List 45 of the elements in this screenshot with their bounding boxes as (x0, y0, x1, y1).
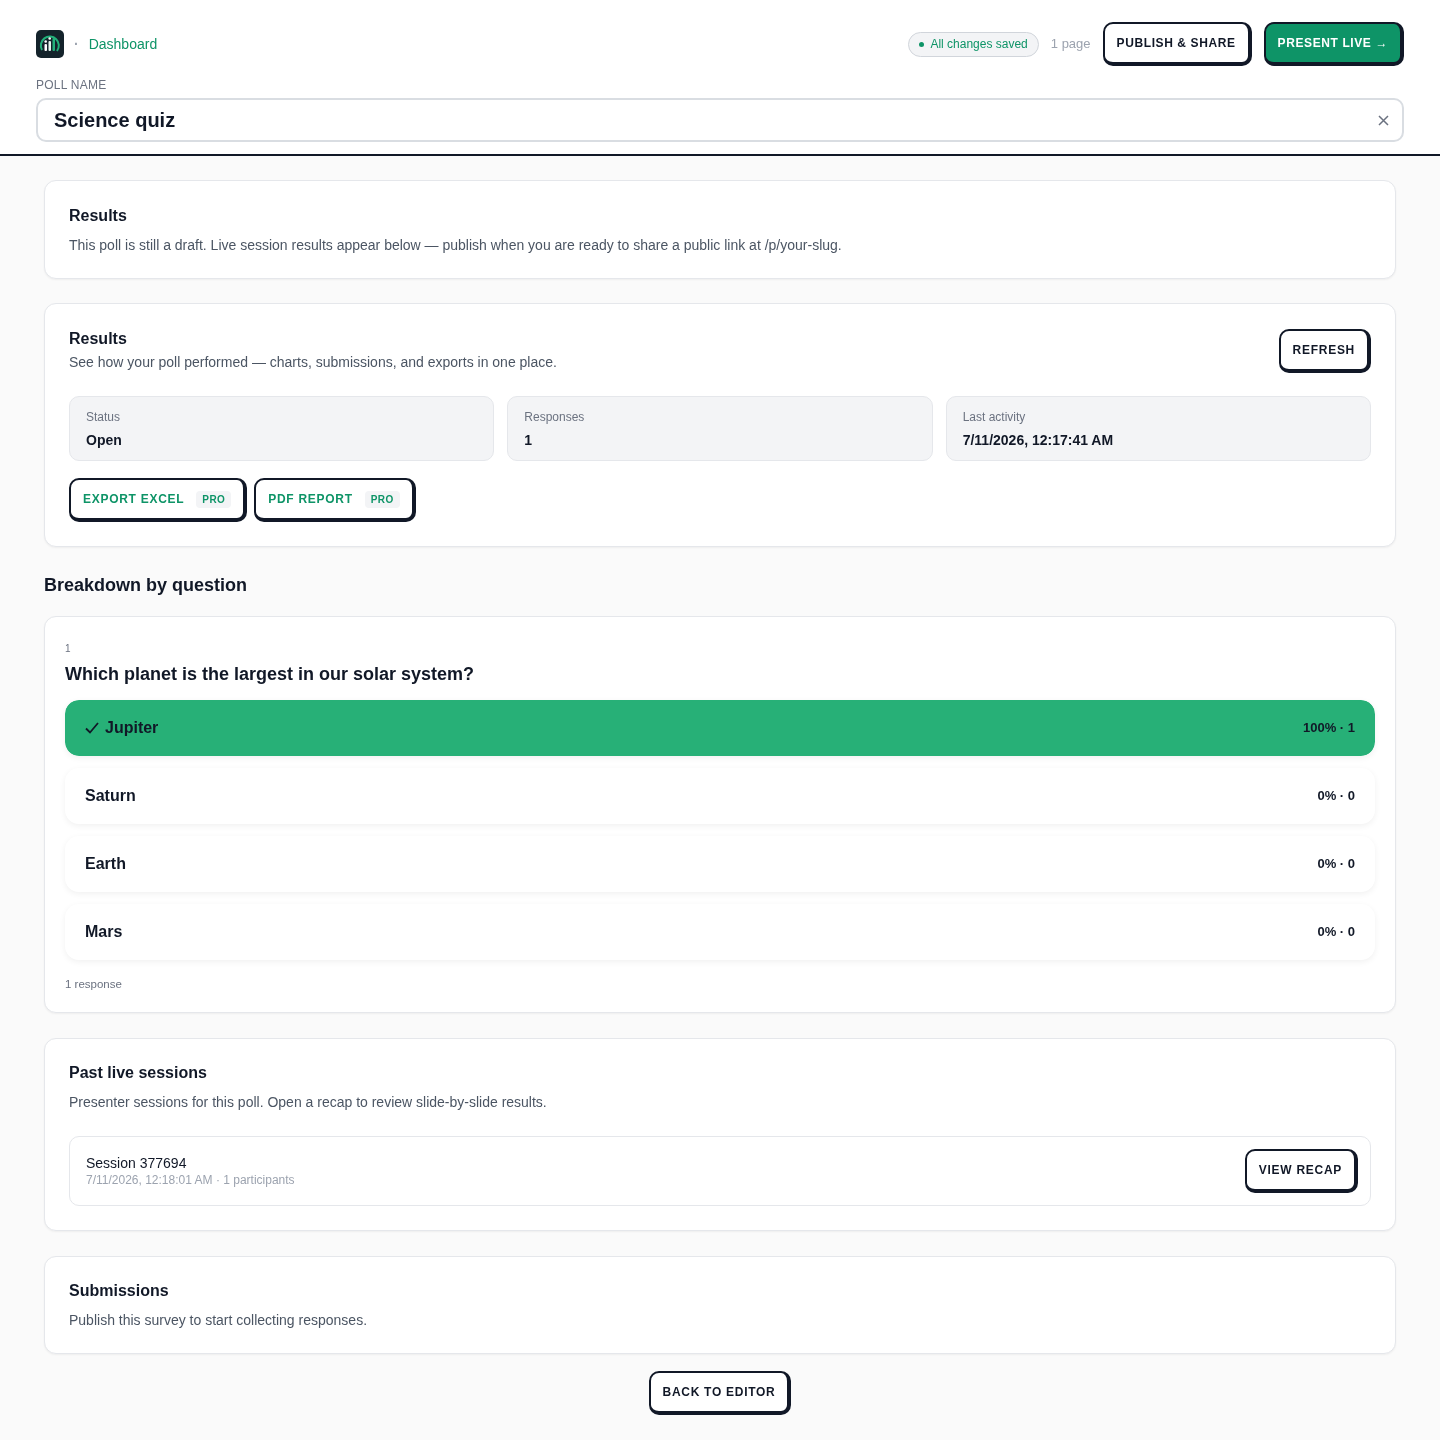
pro-badge: PRO (196, 490, 232, 508)
card-title: Submissions (69, 1281, 170, 1301)
export-excel-button[interactable]: EXPORT EXCEL PRO (69, 478, 248, 522)
pdf-report-button[interactable]: PDF REPORT PRO (254, 478, 416, 522)
session-title: Session 377694 (86, 1154, 188, 1172)
page-count: 1 page (1050, 36, 1091, 52)
breadcrumb-separator: · (74, 36, 79, 52)
stat-value: 7/11/2026, 12:17:41 AM (962, 431, 1115, 449)
option-result: 100% · 1 (1302, 720, 1355, 736)
view-recap-button[interactable]: VIEW RECAP (1244, 1149, 1358, 1193)
card-title: Results (69, 206, 128, 226)
card-subtitle: See how your poll performed — charts, submissions, and exports in one place. (69, 353, 557, 372)
stat-label: Responses (524, 410, 586, 424)
session-meta: 7/11/2026, 12:18:01 AM · 1 participants (86, 1173, 295, 1188)
dashboard-link[interactable]: Dashboard (88, 35, 158, 53)
section-heading: Breakdown by question (44, 574, 249, 597)
response-count: 1 response (65, 977, 123, 992)
draft-notice-text: This poll is still a draft. Live session results appear below — publish when you are ready to share a public link at /p/your-slug. (69, 236, 843, 255)
logo-icon[interactable] (36, 30, 64, 58)
pro-badge: PRO (364, 490, 400, 508)
publish-share-button[interactable]: PUBLISH & SHARE (1102, 22, 1252, 66)
stat-label: Status (86, 410, 122, 424)
poll-name-field[interactable]: Science quiz (36, 98, 1404, 142)
card-title: Past live sessions (69, 1063, 208, 1083)
stat-value: Open (86, 431, 123, 449)
back-to-editor-button[interactable]: BACK TO EDITOR (648, 1371, 792, 1415)
close-icon[interactable] (1378, 115, 1389, 126)
poll-name-label: POLL NAME (36, 78, 108, 92)
option-label: Earth (85, 854, 126, 874)
option-label: Mars (85, 922, 123, 942)
option-result: 0% · 0 (1317, 788, 1355, 804)
present-live-button[interactable]: PRESENT LIVE → (1263, 22, 1404, 66)
stat-value: 1 (524, 431, 534, 449)
option-label: Saturn (85, 786, 136, 806)
stat-label: Last activity (962, 410, 1027, 424)
option-label: Jupiter (105, 718, 159, 738)
refresh-button[interactable]: REFRESH (1278, 329, 1371, 373)
question-text: Which planet is the largest in our solar system? (65, 663, 476, 686)
card-title: Results (69, 329, 128, 349)
option-result: 0% · 0 (1317, 856, 1355, 872)
card-subtitle: Publish this survey to start collecting responses. (69, 1311, 369, 1330)
card-subtitle: Presenter sessions for this poll. Open a recap to review slide-by-slide results. (69, 1093, 548, 1112)
option-result: 0% · 0 (1317, 924, 1355, 940)
question-number: 1 (65, 644, 72, 654)
save-status-text: All changes saved (930, 36, 1028, 52)
